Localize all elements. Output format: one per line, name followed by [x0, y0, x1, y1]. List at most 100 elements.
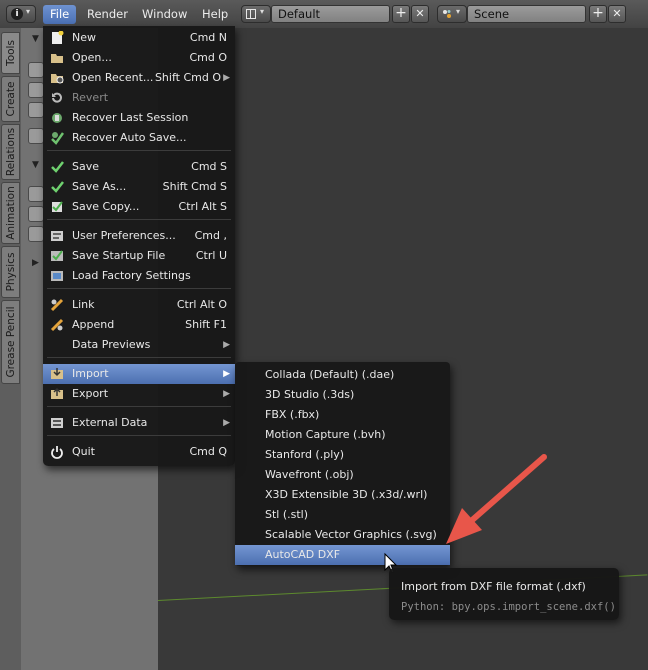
submenu-arrow-icon: ▶ [223, 418, 230, 428]
menu-item-label: Data Previews [72, 338, 151, 351]
tab-label: Create [4, 81, 17, 117]
menu-separator [47, 288, 231, 289]
menu-item-append[interactable]: Append Shift F1 [43, 315, 235, 335]
menu-item-save-startup-file[interactable]: Save Startup File Ctrl U [43, 246, 235, 266]
import-collada[interactable]: Collada (Default) (.dae) [235, 365, 450, 385]
tool-shelf-tabs: Tools Create Relations Animation Physics… [0, 28, 21, 670]
screen-layout-button[interactable]: ▾ [241, 5, 271, 23]
shelf-button[interactable] [28, 206, 44, 222]
tab-relations[interactable]: Relations [1, 124, 20, 180]
menu-render[interactable]: Render [80, 5, 135, 24]
menu-item-label: FBX (.fbx) [265, 408, 320, 421]
import-x3d[interactable]: X3D Extensible 3D (.x3d/.wrl) [235, 485, 450, 505]
menu-item-import[interactable]: Import ▶ [43, 364, 235, 384]
shelf-button[interactable] [28, 226, 44, 242]
menu-item-label: Import [72, 367, 109, 380]
menu-item-label: Quit [72, 445, 95, 458]
menu-item-label: Open... [72, 51, 112, 64]
import-fbx[interactable]: FBX (.fbx) [235, 405, 450, 425]
menu-item-shortcut: Cmd N [189, 31, 227, 44]
add-layout-button[interactable]: + [392, 5, 410, 23]
menu-item-load-factory-settings[interactable]: Load Factory Settings [43, 266, 235, 286]
menu-item-open[interactable]: Open... Cmd O [43, 48, 235, 68]
menu-item-shortcut: Shift Cmd S [162, 180, 227, 193]
menu-item-recover-auto-save[interactable]: Recover Auto Save... [43, 128, 235, 148]
shelf-button[interactable] [28, 82, 44, 98]
menu-file[interactable]: File [43, 5, 77, 24]
remove-scene-button[interactable]: ✕ [608, 5, 626, 23]
menu-item-shortcut: Shift Cmd O [154, 71, 221, 84]
menu-item-open-recent[interactable]: Open Recent... Shift Cmd O ▶ [43, 68, 235, 88]
import-obj[interactable]: Wavefront (.obj) [235, 465, 450, 485]
menu-item-shortcut: Cmd , [194, 229, 227, 242]
menu-item-link[interactable]: Link Ctrl Alt O [43, 295, 235, 315]
menu-item-label: Wavefront (.obj) [265, 468, 354, 481]
menu-item-save-copy[interactable]: Save Copy... Ctrl Alt S [43, 197, 235, 217]
import-stl[interactable]: Stl (.stl) [235, 505, 450, 525]
append-icon [50, 318, 64, 332]
shelf-button[interactable] [28, 62, 44, 78]
info-icon: i [11, 8, 23, 20]
menu-item-shortcut: Ctrl Alt S [178, 200, 227, 213]
submenu-arrow-icon: ▶ [223, 369, 230, 379]
menu-item-label: Append [72, 318, 115, 331]
tab-tools[interactable]: Tools [1, 32, 20, 74]
menu-item-new[interactable]: New Cmd N [43, 28, 235, 48]
import-3ds[interactable]: 3D Studio (.3ds) [235, 385, 450, 405]
add-scene-button[interactable]: + [589, 5, 607, 23]
menu-item-label: Save Copy... [72, 200, 140, 213]
layout-grid-icon [246, 9, 256, 19]
menu-window[interactable]: Window [135, 5, 194, 24]
panel-collapse-icon[interactable]: ▼ [32, 160, 39, 170]
tab-physics[interactable]: Physics [1, 246, 20, 298]
menu-item-shortcut: Shift F1 [185, 318, 227, 331]
shelf-button[interactable] [28, 102, 44, 118]
menu-item-label: AutoCAD DXF [265, 548, 341, 561]
menu-item-data-previews[interactable]: Data Previews ▶ [43, 335, 235, 355]
menu-item-label: Link [72, 298, 95, 311]
shelf-button[interactable] [28, 128, 44, 144]
shelf-button[interactable] [28, 186, 44, 202]
tab-label: Relations [4, 127, 17, 177]
panel-collapse-icon[interactable]: ▼ [32, 34, 39, 44]
panel-expand-icon[interactable]: ▶ [32, 258, 39, 268]
menu-help[interactable]: Help [195, 5, 235, 24]
import-ply[interactable]: Stanford (.ply) [235, 445, 450, 465]
menu-item-external-data[interactable]: External Data ▶ [43, 413, 235, 433]
scene-field[interactable]: Scene [467, 5, 586, 23]
import-svg[interactable]: Scalable Vector Graphics (.svg) [235, 525, 450, 545]
screen-layout-field[interactable]: Default [271, 5, 390, 23]
import-bvh[interactable]: Motion Capture (.bvh) [235, 425, 450, 445]
menu-item-export[interactable]: Export ▶ [43, 384, 235, 404]
menu-item-label: Recover Auto Save... [72, 131, 187, 144]
chevron-down-icon: ▾ [456, 7, 461, 16]
tab-animation[interactable]: Animation [1, 182, 20, 244]
menu-item-shortcut: Cmd S [191, 160, 227, 173]
menu-item-label: External Data [72, 416, 148, 429]
scene-button[interactable]: ▾ [437, 5, 467, 23]
menu-item-recover-last-session[interactable]: Recover Last Session [43, 108, 235, 128]
file-menu: New Cmd N Open... Cmd O Open Recent... S… [43, 26, 235, 466]
menu-item-label: Export [72, 387, 109, 400]
preferences-icon [50, 229, 64, 243]
menu-item-save[interactable]: Save Cmd S [43, 157, 235, 177]
tab-label: Animation [4, 186, 17, 240]
recover-icon [50, 111, 64, 125]
chevron-down-icon: ▾ [26, 7, 31, 16]
menu-separator [47, 150, 231, 151]
import-icon [50, 367, 64, 381]
open-folder-icon [50, 51, 64, 65]
menu-item-user-preferences[interactable]: User Preferences... Cmd , [43, 226, 235, 246]
tooltip: Import from DXF file format (.dxf) Pytho… [389, 568, 619, 620]
import-autocad-dxf[interactable]: AutoCAD DXF [235, 545, 450, 565]
remove-layout-button[interactable]: ✕ [411, 5, 429, 23]
tab-grease-pencil[interactable]: Grease Pencil [1, 300, 20, 384]
revert-icon [50, 91, 64, 105]
menu-item-quit[interactable]: Quit Cmd Q [43, 442, 235, 462]
menu-item-save-as[interactable]: Save As... Shift Cmd S [43, 177, 235, 197]
tab-create[interactable]: Create [1, 76, 20, 122]
tooltip-python: Python: bpy.ops.import_scene.dxf() [401, 601, 616, 613]
checkmark-icon [50, 160, 64, 174]
menu-item-shortcut: Ctrl Alt O [176, 298, 227, 311]
editor-type-button[interactable]: i ▾ [6, 5, 36, 23]
